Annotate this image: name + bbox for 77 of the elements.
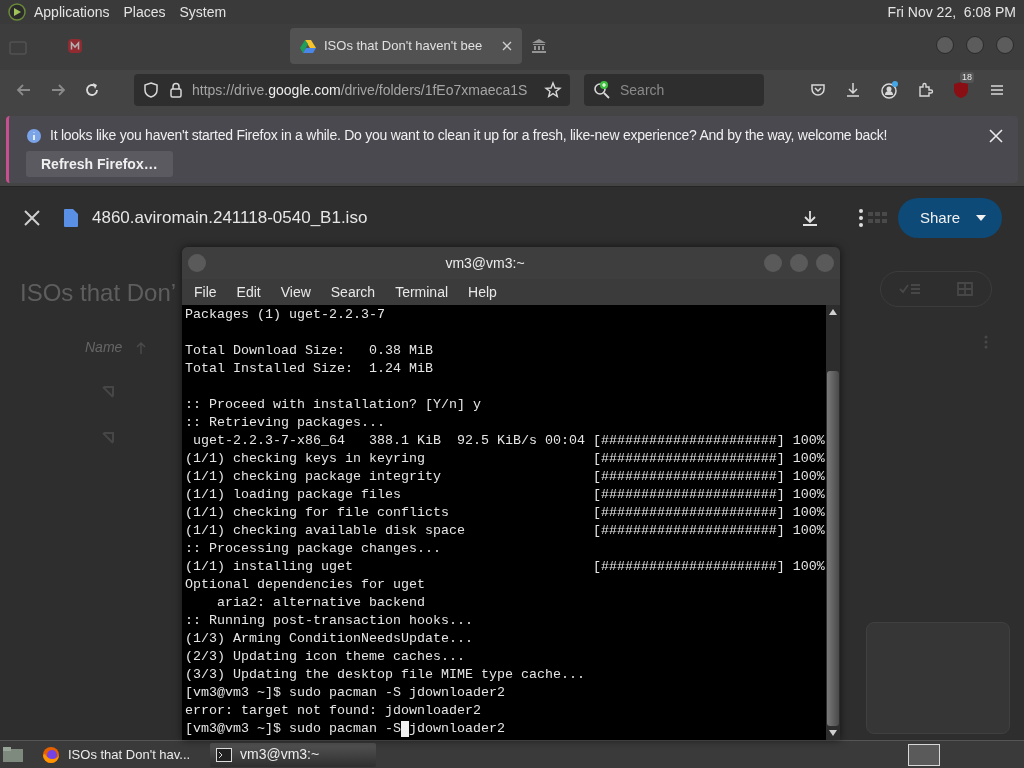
terminal-line: :: Proceed with installation? [Y/n] y — [185, 396, 481, 414]
close-icon[interactable] — [22, 208, 42, 228]
command-text: [vm3@vm3 ~]$ sudo pacman -S — [185, 720, 401, 738]
terminal-line: (1/3) Arming ConditionNeedsUpdate... — [185, 630, 473, 648]
bookmark-star-icon[interactable] — [544, 81, 562, 99]
terminal-line: Total Installed Size: 1.24 MiB — [185, 360, 433, 378]
file-name: 4860.aviromain.241118-0540_B1.iso — [92, 207, 368, 230]
drive-tab-icon — [300, 39, 316, 53]
caret-icon[interactable] — [976, 215, 986, 221]
shortcut-icon — [100, 430, 116, 446]
address-bar[interactable]: https://drive.google.com/drive/folders/1fEo7xmaeca1S — [134, 74, 570, 106]
scroll-up-arrow-icon[interactable] — [829, 309, 837, 315]
terminal-line: (1/1) loading package files [######################] 100% — [185, 486, 825, 504]
shortcut-icon — [100, 384, 116, 400]
menu-item[interactable]: File — [184, 281, 227, 303]
terminal-line: Optional dependencies for uget — [185, 576, 425, 594]
refresh-firefox-button[interactable]: Refresh Firefox… — [26, 151, 173, 177]
terminal-icon — [216, 747, 232, 762]
terminal-line: :: Processing package changes... — [185, 540, 441, 558]
menu-item[interactable]: Search — [320, 281, 386, 303]
menu-item[interactable]: Terminal — [385, 281, 459, 303]
terminal-line: (1/1) checking package integrity [######################] 100% — [185, 468, 825, 486]
taskbar-button[interactable]: ISOs that Don't hav... — [36, 742, 206, 767]
terminal-line: [vm3@vm3 ~]$ sudo pacman -S jdownloader2 — [185, 684, 505, 702]
menu-item[interactable]: Help — [458, 281, 507, 303]
command-text: jdownloader2 — [408, 720, 505, 738]
workspace-switcher[interactable] — [908, 743, 940, 766]
menu-item[interactable]: View — [270, 281, 321, 303]
lock-icon — [168, 81, 184, 99]
scroll-down-arrow-icon[interactable] — [829, 730, 837, 736]
panel-menu[interactable]: Applications — [34, 1, 110, 23]
info-icon — [26, 127, 42, 144]
notification-message: It looks like you haven't started Firefox in a while. Do you want to clean it up for a fresh, like-new experience? And by the way, welcome back! — [50, 126, 888, 145]
terminal-line: :: Retrieving packages... — [185, 414, 385, 432]
show-desktop-icon[interactable] — [2, 745, 24, 764]
tab-title: ISOs that Don't haven't bee — [324, 37, 484, 56]
distro-logo-icon[interactable] — [8, 3, 26, 21]
terminal-line: :: Running post-transaction hooks... — [185, 612, 473, 630]
terminal-line: uget-2.2.3-7-x86_64 388.1 KiB 92.5 KiB/s 00:04 [######################] 100% — [192, 432, 825, 450]
grid-icon — [868, 210, 888, 226]
close-icon[interactable] — [988, 127, 1004, 144]
download-icon[interactable] — [844, 81, 862, 99]
search-field[interactable]: Search — [584, 74, 764, 106]
download-icon[interactable] — [800, 208, 820, 228]
bank-tab-icon — [532, 39, 546, 53]
terminal-line: (1/1) checking keys in keyring [######################] 100% — [185, 450, 825, 468]
terminal-line: Total Download Size: 0.38 MiB — [185, 342, 433, 360]
taskbar-button[interactable]: vm3@vm3:~ — [210, 742, 376, 767]
browser-tab[interactable]: ISOs that Don't haven't bee — [290, 28, 522, 64]
menu-item[interactable]: Edit — [226, 281, 271, 303]
terminal-line: (1/1) installing uget [######################] 100% — [185, 558, 825, 576]
clock[interactable]: Fri Nov 22, 6:08 PM — [887, 1, 1016, 23]
panel-menu[interactable]: System — [179, 1, 227, 23]
scrollbar[interactable] — [826, 305, 840, 740]
mail-tab-icon — [68, 39, 82, 53]
url-text: https://drive.google.com/drive/folders/1fEo7xmaeca1S — [192, 80, 529, 100]
terminal-line: Packages (1) uget-2.2.3-7 — [185, 306, 385, 324]
fox-globe-icon — [42, 745, 60, 764]
account-icon[interactable] — [879, 80, 899, 100]
more-options-icon[interactable] — [858, 208, 864, 228]
search-icon — [592, 80, 612, 100]
terminal-line: (3/3) Updating the desktop file MIME type cache... — [185, 666, 585, 684]
extensions-icon[interactable] — [916, 81, 934, 99]
file-icon — [64, 209, 78, 227]
terminal-line: aria2: alternative backend — [216, 594, 425, 612]
close-tab-icon[interactable] — [502, 41, 512, 51]
terminal-line: (1/1) checking available disk space [######################] 100% — [185, 522, 825, 540]
terminal-line: (2/3) Updating icon theme caches... — [185, 648, 465, 666]
pocket-icon[interactable] — [809, 81, 827, 99]
panel-menu[interactable]: Places — [123, 1, 166, 23]
text-cursor — [400, 721, 409, 737]
share-button[interactable]: Share — [898, 198, 1002, 238]
extension-badge: 18 — [960, 72, 974, 83]
shield-icon[interactable] — [142, 81, 160, 99]
terminal-line: (1/1) checking for file conflicts [######################] 100% — [185, 504, 825, 522]
window-title: vm3@vm3:~ — [444, 253, 526, 273]
terminal-line: error: target not found: jdownloader2 — [185, 702, 481, 720]
